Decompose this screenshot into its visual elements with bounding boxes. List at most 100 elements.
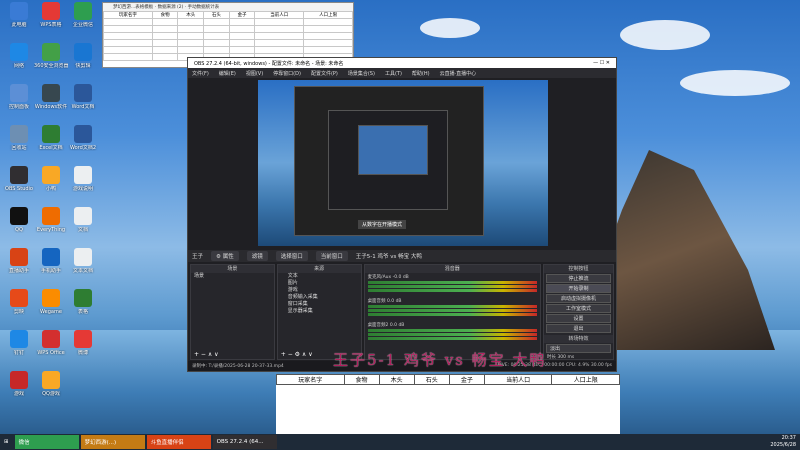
source-item[interactable]: 窗口采集 bbox=[278, 301, 361, 308]
desktop-icon-label: QQ bbox=[15, 227, 23, 233]
desktop-icon[interactable]: 剪映 bbox=[2, 289, 36, 329]
column-header: 金子 bbox=[448, 374, 485, 385]
source-item[interactable]: 显示器采集 bbox=[278, 308, 361, 315]
filters-button[interactable]: 滤镜 bbox=[246, 251, 268, 261]
control-button[interactable]: 停止推流 bbox=[546, 274, 611, 283]
properties-button[interactable]: ⚙ 属性 bbox=[211, 251, 239, 261]
app-icon bbox=[10, 166, 28, 184]
menu-item[interactable]: 工具(T) bbox=[385, 70, 402, 77]
volume-meter bbox=[367, 329, 537, 332]
desktop-icon[interactable]: 手机助手 bbox=[34, 248, 68, 288]
obs-window[interactable]: OBS 27.2.4 (64-bit, windows) - 配置文件: 未命名… bbox=[187, 57, 617, 372]
scene-item[interactable]: 场景 bbox=[191, 273, 274, 280]
app-icon bbox=[10, 330, 28, 348]
scene-add-remove[interactable]: + − ∧ ∨ bbox=[194, 351, 219, 358]
select-window-button[interactable]: 选择窗口 bbox=[275, 251, 308, 261]
desktop-icon[interactable]: 文档 bbox=[66, 207, 100, 247]
current-window-button[interactable]: 当前窗口 bbox=[315, 251, 348, 261]
desktop-icon[interactable]: 小鸭 bbox=[34, 166, 68, 206]
desktop-icon-label: WPS Office bbox=[37, 350, 65, 356]
window-controls[interactable]: — ☐ ✕ bbox=[593, 60, 610, 66]
desktop-icon[interactable]: Wegame bbox=[34, 289, 68, 329]
taskbar: ⊞ 微信 梦幻西游(...) 斗鱼直播伴侣 OBS 27.2.4 (64... 20:… bbox=[0, 434, 800, 450]
desktop-icon[interactable]: Word文档2 bbox=[66, 125, 100, 165]
desktop-icon[interactable]: 表格 bbox=[66, 289, 100, 329]
mixer-list: 麦克风/Aux -0.0 dB 桌面音频 0.0 dB 桌面音频2 0.0 dB bbox=[365, 273, 540, 345]
desktop-icon[interactable]: 直播助手 bbox=[2, 248, 36, 288]
menu-item[interactable]: 文件(F) bbox=[192, 70, 209, 77]
start-button[interactable]: ⊞ bbox=[0, 435, 13, 449]
menu-item[interactable]: 停靠窗口(D) bbox=[273, 70, 301, 77]
mixer-channel[interactable]: 桌面音频 0.0 dB bbox=[365, 297, 540, 321]
source-item[interactable]: 文本 bbox=[278, 273, 361, 280]
desktop-icon-label: Word文档 bbox=[71, 104, 95, 110]
volume-meter bbox=[367, 337, 537, 340]
desktop-icon[interactable]: 回收站 bbox=[2, 125, 36, 165]
system-tray[interactable]: 20:37 2025/6/28 bbox=[770, 435, 796, 449]
column-header: 玩家名字 bbox=[103, 11, 153, 19]
desktop-icon[interactable]: 快剪辑 bbox=[66, 43, 100, 83]
duration-row[interactable]: 时长 300 ms bbox=[544, 354, 613, 360]
column-header: 玩家名字 bbox=[276, 374, 345, 385]
desktop-icon[interactable]: Windows软件 bbox=[34, 84, 68, 124]
desktop-icon[interactable]: 钉钉 bbox=[2, 330, 36, 370]
control-button[interactable]: 工作室模式 bbox=[546, 304, 611, 313]
app-icon bbox=[42, 289, 60, 307]
obs-preview[interactable]: 从数字在开播模式 bbox=[258, 80, 548, 246]
app-icon bbox=[10, 371, 28, 389]
desktop-icon-label: EveryThing bbox=[36, 227, 66, 233]
source-tab[interactable]: 王子 bbox=[192, 252, 203, 260]
desktop-icon[interactable]: EveryThing bbox=[34, 207, 68, 247]
desktop-icon[interactable]: 企业微信 bbox=[66, 2, 100, 42]
desktop-icon[interactable]: 微博 bbox=[66, 330, 100, 370]
source-item[interactable]: 音频输入采集 bbox=[278, 294, 361, 301]
desktop-icon[interactable]: 游戏说明 bbox=[66, 166, 100, 206]
taskbar-app[interactable]: OBS 27.2.4 (64... bbox=[212, 435, 277, 449]
column-header: 人口上限 bbox=[303, 11, 353, 19]
desktop-icon[interactable]: 网络 bbox=[2, 43, 36, 83]
volume-meter bbox=[367, 333, 537, 336]
menu-item[interactable]: 场景集合(S) bbox=[348, 70, 375, 77]
control-button[interactable]: 设置 bbox=[546, 314, 611, 323]
app-icon bbox=[42, 207, 60, 225]
app-icon bbox=[10, 125, 28, 143]
menu-item[interactable]: 视图(V) bbox=[246, 70, 263, 77]
source-item[interactable]: 图片 bbox=[278, 280, 361, 287]
taskbar-app[interactable]: 微信 bbox=[14, 435, 79, 449]
control-button[interactable]: 启动虚拟摄像机 bbox=[546, 294, 611, 303]
desktop-icon[interactable]: WPS表格 bbox=[34, 2, 68, 42]
desktop-icon[interactable]: 控制面板 bbox=[2, 84, 36, 124]
taskbar-app[interactable]: 斗鱼直播伴侣 bbox=[146, 435, 211, 449]
desktop-icon[interactable]: 此电脑 bbox=[2, 2, 36, 42]
mixer-channel[interactable]: 桌面音频2 0.0 dB bbox=[365, 321, 540, 345]
desktop-icon[interactable]: Excel文档 bbox=[34, 125, 68, 165]
column-header: 食物 bbox=[151, 11, 179, 19]
menu-item[interactable]: 帮助(H) bbox=[412, 70, 430, 77]
app-icon bbox=[42, 2, 60, 20]
desktop-icon[interactable]: Word文档 bbox=[66, 84, 100, 124]
volume-meter bbox=[367, 281, 537, 284]
transition-select[interactable]: 淡出 bbox=[546, 344, 611, 353]
taskbar-app[interactable]: 梦幻西游(...) bbox=[80, 435, 145, 449]
column-header: 食物 bbox=[343, 374, 380, 385]
sources-header: 来源 bbox=[277, 265, 361, 273]
obs-titlebar[interactable]: OBS 27.2.4 (64-bit, windows) - 配置文件: 未命名… bbox=[188, 58, 616, 68]
desktop-icon[interactable]: OBS Studio bbox=[2, 166, 36, 206]
source-add-remove[interactable]: + − ⚙ ∧ ∨ bbox=[281, 351, 313, 358]
desktop-icon[interactable]: WPS Office bbox=[34, 330, 68, 370]
desktop-icon[interactable]: QQ游戏 bbox=[34, 371, 68, 411]
desktop-icon[interactable]: QQ bbox=[2, 207, 36, 247]
source-item[interactable]: 游戏 bbox=[278, 287, 361, 294]
control-button[interactable]: 退出 bbox=[546, 324, 611, 333]
mixer-channel[interactable]: 麦克风/Aux -0.0 dB bbox=[365, 273, 540, 297]
menu-item[interactable]: 云直播·直播中心 bbox=[440, 70, 477, 77]
scenes-dock: 场景 场景 + − ∧ ∨ bbox=[190, 264, 275, 360]
control-button[interactable]: 开始录制 bbox=[546, 284, 611, 293]
desktop-icon[interactable]: 游戏 bbox=[2, 371, 36, 411]
app-icon bbox=[74, 84, 92, 102]
cloud bbox=[620, 20, 710, 50]
desktop-icon[interactable]: 文本文档 bbox=[66, 248, 100, 288]
menu-item[interactable]: 配置文件(P) bbox=[311, 70, 338, 77]
menu-item[interactable]: 编辑(E) bbox=[219, 70, 236, 77]
desktop-icon[interactable]: 360安全浏览器 bbox=[34, 43, 68, 83]
